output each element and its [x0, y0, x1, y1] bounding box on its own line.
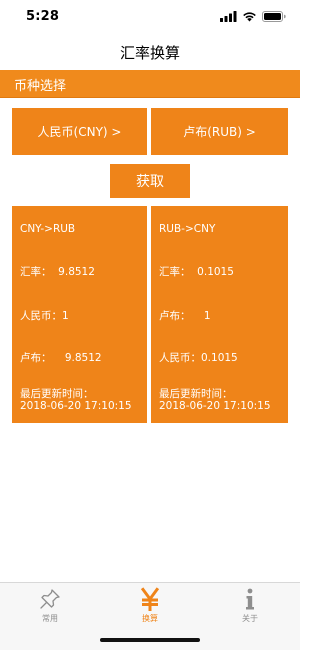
tab-label: 换算	[142, 614, 158, 623]
status-icons	[220, 11, 286, 22]
card-direction: RUB->CNY	[159, 223, 216, 235]
fetch-button[interactable]: 获取	[110, 164, 190, 198]
card-updated-label: 最后更新时间：	[159, 388, 233, 400]
card-updated-time: 2018-06-20 17:10:15	[20, 400, 132, 412]
status-time: 5:28	[26, 9, 60, 24]
card-direction: CNY->RUB	[20, 223, 76, 235]
result-card-cny-rub: CNY->RUB 汇率： 9.8512 人民币：1 卢布： 9.8512 最后更…	[12, 206, 147, 423]
card-updated-time: 2018-06-20 17:10:15	[159, 400, 271, 412]
target-currency-button[interactable]: 卢布(RUB) >	[151, 108, 288, 155]
card-base-amount: 卢布： 1	[159, 310, 211, 322]
wifi-icon	[243, 12, 256, 22]
tab-convert[interactable]: 换算	[100, 583, 200, 631]
yen-icon	[140, 587, 160, 611]
card-rate: 汇率： 9.8512	[20, 266, 95, 278]
nav-bar: 汇率换算	[0, 36, 300, 68]
page-title: 汇率换算	[119, 44, 180, 62]
section-header: 币种选择	[0, 70, 300, 98]
card-target-amount: 卢布： 9.8512	[20, 352, 102, 364]
home-indicator[interactable]	[100, 638, 200, 642]
card-target-amount: 人民币：0.1015	[159, 352, 238, 364]
card-updated-label: 最后更新时间：	[20, 388, 94, 400]
battery-icon	[262, 11, 286, 22]
pushpin-icon	[40, 589, 60, 609]
tab-about[interactable]: 关于	[200, 583, 300, 631]
tab-label: 常用	[42, 614, 58, 623]
card-rate: 汇率： 0.1015	[159, 266, 234, 278]
status-bar: 5:28	[0, 0, 300, 36]
tab-common[interactable]: 常用	[0, 583, 100, 631]
base-currency-button[interactable]: 人民币(CNY) >	[12, 108, 147, 155]
info-icon	[246, 588, 254, 610]
cellular-signal-icon	[220, 11, 237, 22]
tab-label: 关于	[242, 614, 258, 623]
result-card-rub-cny: RUB->CNY 汇率： 0.1015 卢布： 1 人民币：0.1015 最后更…	[151, 206, 288, 423]
card-base-amount: 人民币：1	[20, 310, 69, 322]
section-title: 币种选择	[14, 79, 67, 94]
